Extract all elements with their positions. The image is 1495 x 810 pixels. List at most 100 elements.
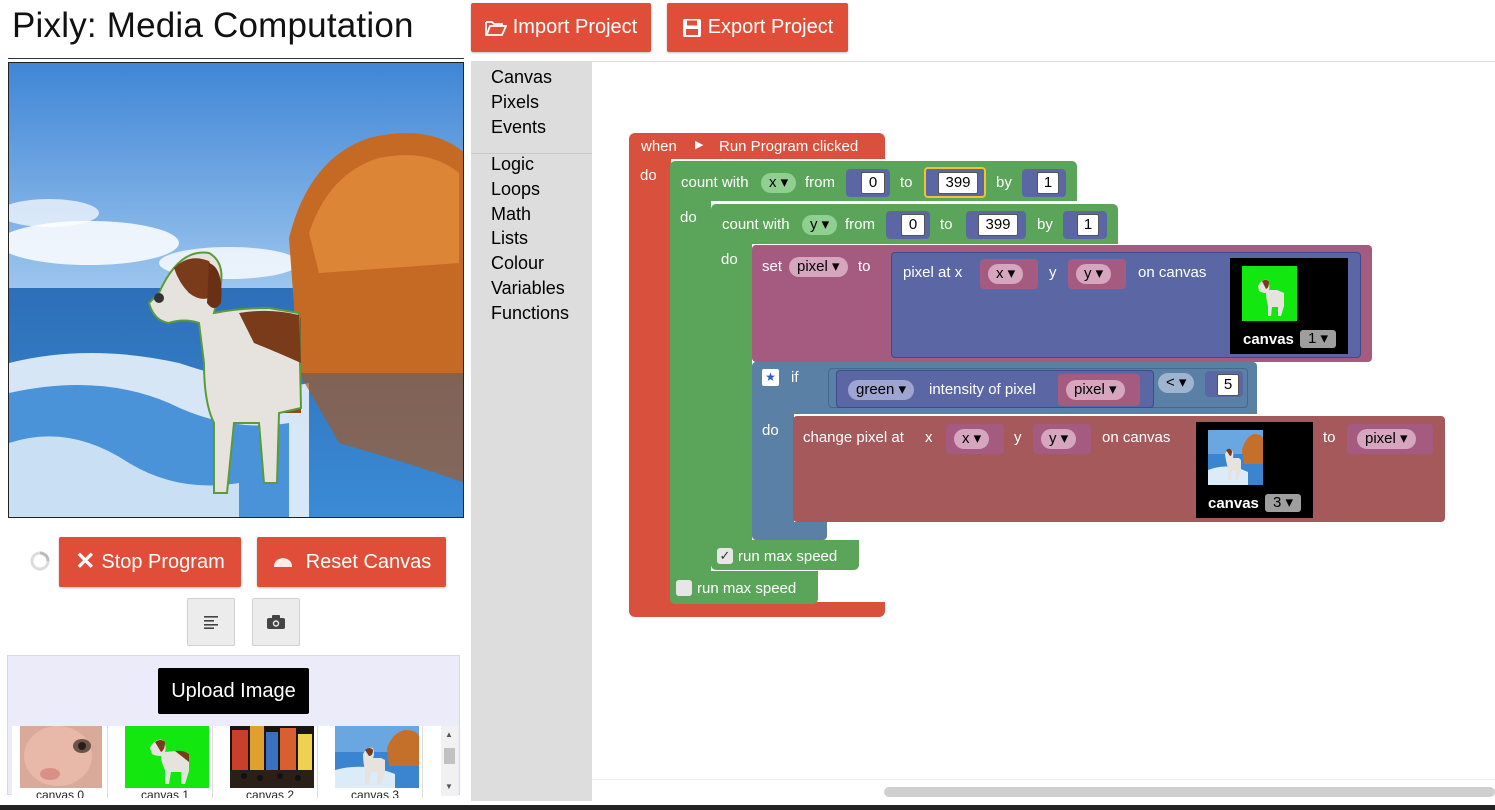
change-pixel-at-label: change pixel at	[803, 429, 904, 446]
reset-canvas-label: Reset Canvas	[305, 550, 432, 573]
import-project-button[interactable]: Import Project	[471, 3, 651, 52]
if-do-label: do	[762, 422, 779, 439]
x-label: x	[925, 429, 933, 446]
thumb-label: canvas 0	[35, 788, 85, 798]
scrollbar-thumb[interactable]	[444, 748, 455, 764]
toolbox-pixels[interactable]: Pixels	[491, 92, 539, 113]
event-do-label: do	[640, 167, 657, 184]
pixel-x-dropdown[interactable]: x ▾	[988, 264, 1024, 284]
pixel-y-dropdown[interactable]: y ▾	[1076, 264, 1112, 284]
camera-icon	[267, 615, 285, 629]
gallery-thumb-canvas-3[interactable]: canvas 3	[327, 726, 423, 798]
align-left-icon	[204, 616, 218, 629]
gallery-thumb-canvas-0[interactable]: canvas 0	[12, 726, 108, 798]
y-label: y	[1049, 264, 1057, 281]
set-to-label: to	[858, 258, 871, 275]
change-to-label: to	[1323, 429, 1336, 446]
canvas-picker-1[interactable]: canvas 1 ▾	[1230, 258, 1348, 354]
main-canvas[interactable]	[8, 62, 464, 518]
thumb-label: canvas 1	[140, 788, 190, 798]
change-pixel-dropdown[interactable]: pixel ▾	[1357, 429, 1416, 449]
from-value-input[interactable]: 0	[901, 214, 925, 236]
to-label: to	[900, 174, 913, 191]
thumb-image	[125, 726, 209, 788]
by-value-input[interactable]: 1	[1037, 172, 1059, 194]
scrollbar-thumb[interactable]	[884, 787, 1495, 797]
from-label: from	[845, 216, 875, 233]
to-label: to	[940, 216, 953, 233]
to-value-input[interactable]: 399	[978, 214, 1018, 236]
toolbox-functions[interactable]: Functions	[491, 303, 569, 324]
snapshot-button[interactable]	[252, 598, 300, 646]
workspace-scrollbar[interactable]	[592, 779, 1495, 801]
upload-image-button[interactable]: Upload Image	[158, 668, 309, 714]
gallery-scrollbar[interactable]: ▲ ▼	[441, 726, 458, 796]
canvas-gallery: canvas 0 canvas 1 canvas 2 canvas 3	[12, 726, 442, 798]
run-program-clicked-label: Run Program clicked	[719, 138, 859, 155]
to-value-input[interactable]: 399	[938, 172, 978, 194]
gallery-thumb-canvas-1[interactable]: canvas 1	[117, 726, 213, 798]
text-view-button[interactable]	[187, 598, 235, 646]
star-icon[interactable]: ★	[762, 369, 779, 386]
intensity-label: intensity of pixel	[929, 381, 1036, 398]
toolbox-variables[interactable]: Variables	[491, 278, 565, 299]
by-value-input[interactable]: 1	[1077, 214, 1099, 236]
thumb-image	[20, 726, 102, 788]
run-max-speed-label: run max speed	[738, 548, 838, 565]
toolbox-loops[interactable]: Loops	[491, 179, 540, 200]
canvas-image	[9, 63, 463, 517]
canvas-picker-3[interactable]: canvas 3 ▾	[1196, 422, 1313, 518]
canvas-label: canvas	[1243, 331, 1294, 348]
set-label: set	[762, 258, 783, 275]
loop-var-y-dropdown[interactable]: y ▾	[802, 215, 838, 235]
stop-program-button[interactable]: ✕ Stop Program	[59, 537, 241, 587]
scroll-down-icon[interactable]: ▼	[445, 782, 453, 791]
thumb-image	[335, 726, 419, 788]
from-label: from	[805, 174, 835, 191]
page-bottom-border	[0, 805, 1495, 810]
by-label: by	[1037, 216, 1053, 233]
stop-program-label: Stop Program	[101, 550, 225, 573]
toolbox-lists[interactable]: Lists	[491, 228, 528, 249]
loop-var-x-dropdown[interactable]: x ▾	[761, 173, 797, 193]
on-canvas-label: on canvas	[1138, 264, 1207, 281]
y-label: y	[1014, 429, 1022, 446]
run-max-speed-label: run max speed	[697, 580, 797, 597]
intensity-pixel-dropdown[interactable]: pixel ▾	[1066, 380, 1125, 400]
export-project-button[interactable]: Export Project	[667, 3, 848, 52]
compare-value-input[interactable]: 5	[1217, 374, 1239, 396]
on-canvas-label: on canvas	[1102, 429, 1171, 446]
toolbox-colour[interactable]: Colour	[491, 253, 544, 274]
checkmark-icon[interactable]: ✓	[717, 548, 733, 564]
count-with-label: count with	[681, 174, 749, 191]
run-max-speed-checkbox-x[interactable]	[676, 580, 692, 596]
toolbox-math[interactable]: Math	[491, 204, 531, 225]
thumb-label: canvas 2	[245, 788, 295, 798]
gallery-thumb-canvas-2[interactable]: canvas 2	[222, 726, 318, 798]
canvas-number-dropdown[interactable]: 1 ▾	[1300, 330, 1337, 348]
thumb-image	[230, 726, 314, 788]
canvas-number-dropdown[interactable]: 3 ▾	[1265, 494, 1302, 512]
by-label: by	[996, 174, 1012, 191]
if-label: if	[791, 369, 799, 386]
folder-open-icon	[484, 20, 507, 36]
change-x-dropdown[interactable]: x ▾	[954, 429, 990, 449]
play-icon: ▶	[695, 139, 704, 151]
export-project-label: Export Project	[707, 16, 834, 38]
toolbox-logic[interactable]: Logic	[491, 154, 534, 175]
set-var-pixel-dropdown[interactable]: pixel ▾	[789, 257, 848, 277]
block-toolbox: Canvas Pixels Events Logic Loops Math Li…	[471, 61, 592, 801]
toolbox-events[interactable]: Events	[491, 117, 546, 138]
canvas-preview-image	[1208, 430, 1263, 485]
toolbox-canvas[interactable]: Canvas	[491, 67, 552, 88]
thumb-label: canvas 3	[350, 788, 400, 798]
loop-do-label: do	[721, 251, 738, 268]
from-value-input[interactable]: 0	[861, 172, 885, 194]
title-divider	[8, 58, 464, 59]
compare-operator-dropdown[interactable]: < ▾	[1158, 373, 1195, 393]
change-y-dropdown[interactable]: y ▾	[1041, 429, 1077, 449]
reset-canvas-button[interactable]: Reset Canvas	[257, 537, 446, 587]
scroll-up-icon[interactable]: ▲	[445, 730, 453, 739]
color-channel-dropdown[interactable]: green ▾	[848, 380, 915, 400]
count-with-label: count with	[722, 216, 790, 233]
